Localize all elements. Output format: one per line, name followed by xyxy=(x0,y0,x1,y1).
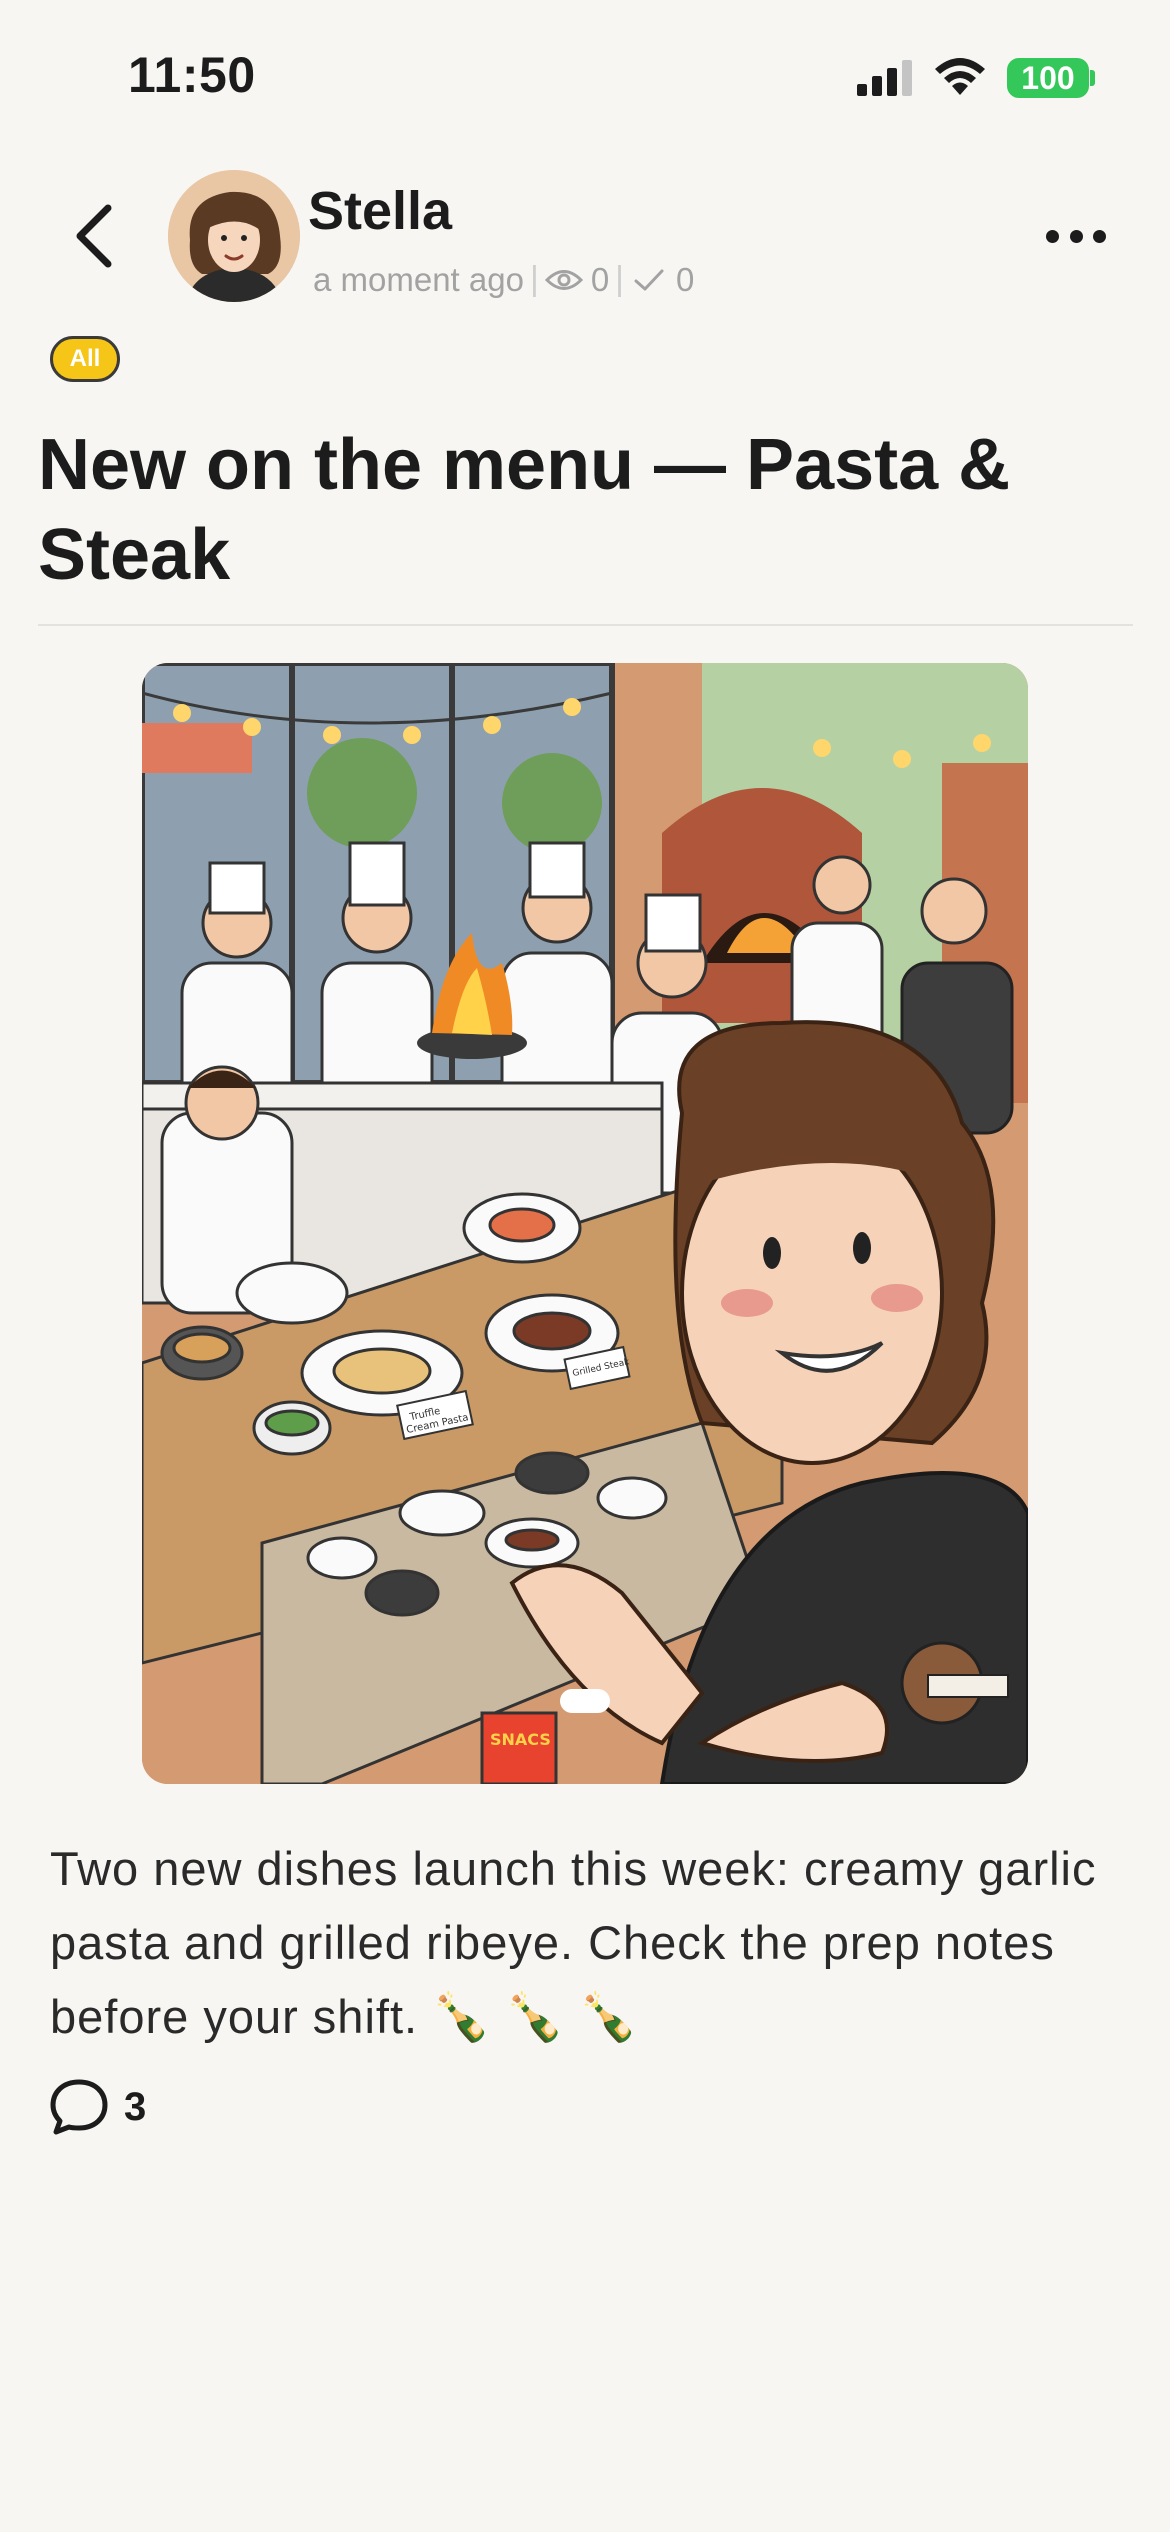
comment-count: 3 xyxy=(124,2084,147,2129)
speech-bubble-icon xyxy=(50,2079,108,2135)
more-options-button[interactable] xyxy=(1046,228,1106,244)
post-image[interactable]: Truffle Cream Pasta Grilled Steak SNACS xyxy=(142,663,1028,1784)
ellipsis-icon xyxy=(1069,229,1083,243)
checks-count: 0 xyxy=(676,260,695,298)
post-timestamp: a moment ago xyxy=(313,260,524,298)
signal-icon xyxy=(857,60,912,96)
post-meta: a moment ago | 0 | 0 xyxy=(313,260,694,299)
chip-bag-label: SNACS xyxy=(490,1730,551,1749)
ellipsis-icon xyxy=(1046,229,1059,243)
status-bar: 11:50 100 xyxy=(0,0,1170,150)
ellipsis-icon xyxy=(1093,229,1106,243)
checkmark-icon xyxy=(634,269,664,290)
wifi-icon xyxy=(935,58,985,95)
post-body: Two new dishes launch this week: creamy … xyxy=(50,1842,1097,2043)
author-name[interactable]: Stella xyxy=(308,180,452,242)
title-divider xyxy=(38,624,1133,626)
back-button[interactable] xyxy=(68,200,124,272)
avatar-illustration xyxy=(168,170,300,302)
eye-icon xyxy=(544,269,583,290)
image-page-indicator[interactable] xyxy=(560,1689,610,1713)
category-badge[interactable]: All xyxy=(50,336,120,382)
post-title: New on the menu — Pasta & Steak xyxy=(38,425,1011,595)
avatar[interactable] xyxy=(168,170,300,302)
meta-divider: | xyxy=(615,260,625,298)
status-time: 11:50 xyxy=(128,47,256,103)
meta-divider: | xyxy=(529,260,539,298)
battery-indicator: 100 xyxy=(1007,58,1089,98)
battery-cap xyxy=(1090,70,1095,86)
restaurant-illustration: Truffle Cream Pasta Grilled Steak SNACS xyxy=(142,663,1028,1784)
views-count: 0 xyxy=(590,260,610,298)
comments-button[interactable]: 3 xyxy=(48,2076,146,2138)
